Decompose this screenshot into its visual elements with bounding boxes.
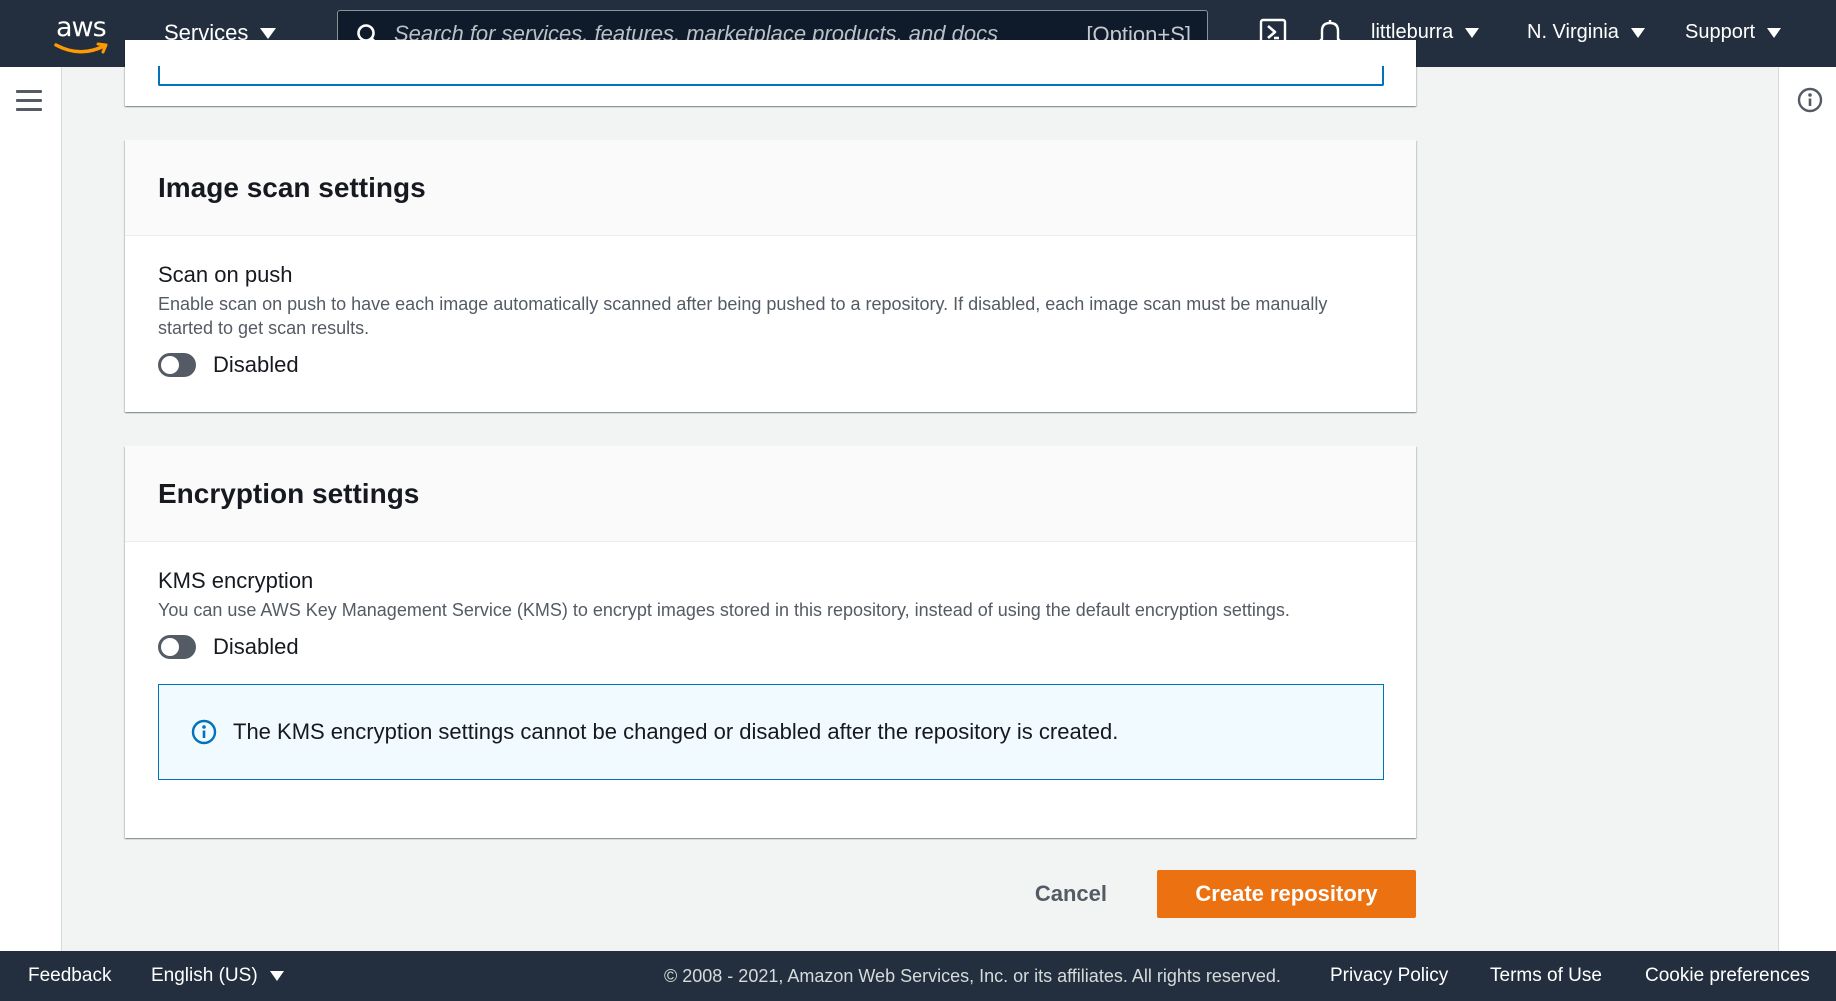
image-scan-body: Scan on push Enable scan on push to have… xyxy=(125,236,1416,378)
scan-on-push-state: Disabled xyxy=(213,352,299,377)
form-actions: Cancel Create repository xyxy=(1035,870,1416,918)
encryption-settings-container: Encryption settings KMS encryption You c… xyxy=(125,446,1416,838)
aws-logo-text: aws xyxy=(56,12,107,43)
language-selector[interactable]: English (US) xyxy=(151,965,284,987)
create-repository-button[interactable]: Create repository xyxy=(1157,870,1416,918)
caret-down-icon xyxy=(260,27,277,39)
encryption-body: KMS encryption You can use AWS Key Manag… xyxy=(125,542,1416,780)
caret-down-icon xyxy=(1465,27,1480,38)
encryption-header: Encryption settings xyxy=(125,446,1416,542)
info-panel-icon[interactable] xyxy=(1797,87,1823,113)
left-navigation-rail xyxy=(0,67,62,951)
encryption-title: Encryption settings xyxy=(158,477,420,509)
hamburger-menu-icon[interactable] xyxy=(16,90,42,117)
image-scan-title: Image scan settings xyxy=(158,171,426,203)
caret-down-icon xyxy=(1630,27,1645,38)
toggle-knob xyxy=(161,356,179,374)
image-scan-settings-container: Image scan settings Scan on push Enable … xyxy=(125,140,1416,412)
previous-input-field[interactable] xyxy=(158,66,1384,86)
support-label: Support xyxy=(1685,21,1756,43)
kms-encryption-label: KMS encryption xyxy=(158,568,314,593)
aws-smile-icon xyxy=(54,42,108,54)
support-menu[interactable]: Support xyxy=(1685,21,1782,44)
kms-alert-text: The KMS encryption settings cannot be ch… xyxy=(233,719,1119,744)
scan-on-push-label: Scan on push xyxy=(158,262,293,287)
kms-info-alert: The KMS encryption settings cannot be ch… xyxy=(158,684,1384,780)
info-icon xyxy=(191,719,217,745)
footer: Feedback English (US) © 2008 - 2021, Ama… xyxy=(0,951,1836,1001)
copyright-text: © 2008 - 2021, Amazon Web Services, Inc.… xyxy=(664,966,1281,986)
feedback-link[interactable]: Feedback xyxy=(28,965,111,987)
terms-of-use-link[interactable]: Terms of Use xyxy=(1490,965,1602,987)
region-label: N. Virginia xyxy=(1527,21,1619,43)
cancel-button[interactable]: Cancel xyxy=(1035,881,1107,907)
caret-down-icon xyxy=(1767,27,1782,38)
previous-container xyxy=(125,40,1416,106)
kms-encryption-toggle-row: Disabled xyxy=(158,634,1383,660)
language-label: English (US) xyxy=(151,965,258,986)
kms-encryption-description: You can use AWS Key Management Service (… xyxy=(158,600,1290,620)
kms-encryption-state: Disabled xyxy=(213,634,299,659)
cookie-preferences-link[interactable]: Cookie preferences xyxy=(1645,965,1810,987)
scan-on-push-description: Enable scan on push to have each image a… xyxy=(158,294,1328,338)
privacy-policy-link[interactable]: Privacy Policy xyxy=(1330,965,1448,987)
scan-on-push-toggle[interactable] xyxy=(158,353,196,377)
scan-on-push-toggle-row: Disabled xyxy=(158,352,1383,378)
caret-down-icon xyxy=(269,971,284,981)
toggle-knob xyxy=(161,638,179,656)
aws-logo[interactable]: aws xyxy=(54,12,114,54)
right-tools-rail xyxy=(1778,67,1836,951)
region-menu[interactable]: N. Virginia xyxy=(1527,21,1645,44)
image-scan-header: Image scan settings xyxy=(125,140,1416,236)
kms-encryption-toggle[interactable] xyxy=(158,635,196,659)
